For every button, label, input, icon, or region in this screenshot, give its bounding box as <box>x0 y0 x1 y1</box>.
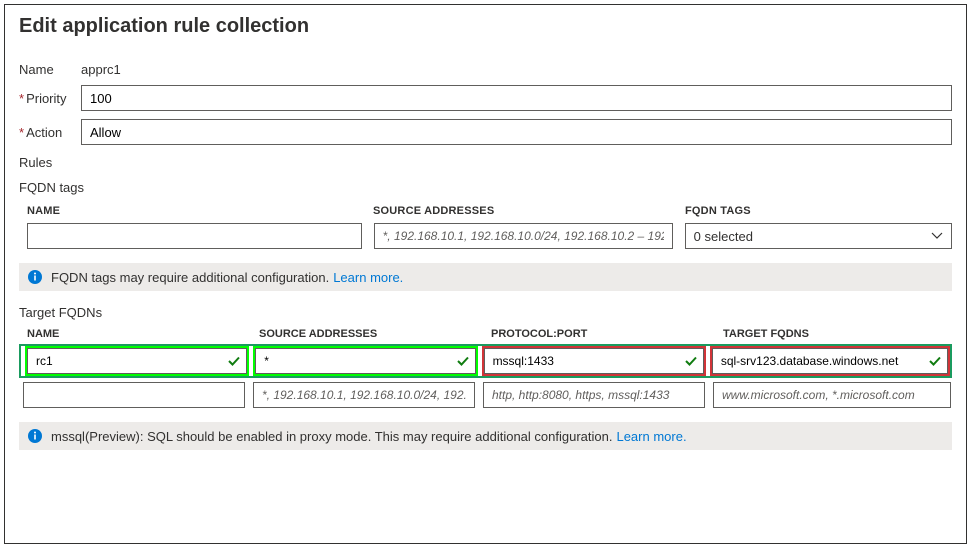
fqdn-tags-select[interactable]: 0 selected <box>685 223 952 249</box>
fqdn-tags-headers: NAME SOURCE ADDRESSES FQDN TAGS <box>19 197 952 223</box>
fqdn-tags-label: FQDN tags <box>19 180 952 195</box>
name-label: Name <box>19 62 81 77</box>
mssql-learn-more-link[interactable]: Learn more. <box>616 429 686 444</box>
fqdn-info-text: FQDN tags may require additional configu… <box>51 270 329 285</box>
edit-rule-panel: Edit application rule collection Name ap… <box>4 4 967 544</box>
rule-name-input[interactable] <box>27 348 247 374</box>
rule-source-input[interactable] <box>255 348 475 374</box>
th-name: NAME <box>27 328 259 340</box>
rule-protocol-input-new[interactable] <box>483 382 705 408</box>
check-icon <box>227 354 241 368</box>
info-icon <box>27 428 43 444</box>
highlighted-row <box>21 346 950 376</box>
fqdn-tags-row: 0 selected <box>19 223 952 249</box>
rules-label: Rules <box>19 155 952 170</box>
th-source: SOURCE ADDRESSES <box>259 328 491 340</box>
col-source: SOURCE ADDRESSES <box>373 205 685 217</box>
check-icon <box>928 354 942 368</box>
th-target: TARGET FQDNS <box>723 328 809 340</box>
priority-row: *Priority <box>19 85 952 111</box>
action-row: *Action <box>19 119 952 145</box>
col-tags: FQDN TAGS <box>685 205 751 217</box>
fqdn-tags-selected: 0 selected <box>694 229 753 244</box>
target-fqdns-section: Target FQDNs NAME SOURCE ADDRESSES PROTO… <box>19 305 952 450</box>
th-protocol: PROTOCOL:PORT <box>491 328 723 340</box>
mssql-info-text: mssql(Preview): SQL should be enabled in… <box>51 429 612 444</box>
check-icon <box>456 354 470 368</box>
rule-target-input[interactable] <box>712 348 948 374</box>
mssql-info-bar: mssql(Preview): SQL should be enabled in… <box>19 422 952 450</box>
priority-label: *Priority <box>19 91 81 106</box>
rule-target-input-new[interactable] <box>713 382 951 408</box>
fqdn-name-input[interactable] <box>27 223 362 249</box>
rule-protocol-input[interactable] <box>484 348 704 374</box>
target-row-filled <box>23 348 948 374</box>
action-input[interactable] <box>81 119 952 145</box>
rule-source-input-new[interactable] <box>253 382 475 408</box>
page-title: Edit application rule collection <box>19 15 952 38</box>
action-label: *Action <box>19 125 81 140</box>
target-row-empty <box>19 382 952 408</box>
target-fqdns-label: Target FQDNs <box>19 305 952 320</box>
name-row: Name apprc1 <box>19 62 952 77</box>
target-headers: NAME SOURCE ADDRESSES PROTOCOL:PORT TARG… <box>19 322 952 346</box>
col-name: NAME <box>27 205 373 217</box>
name-value: apprc1 <box>81 62 121 77</box>
fqdn-learn-more-link[interactable]: Learn more. <box>333 270 403 285</box>
rule-name-input-new[interactable] <box>23 382 245 408</box>
check-icon <box>684 354 698 368</box>
fqdn-info-bar: FQDN tags may require additional configu… <box>19 263 952 291</box>
fqdn-source-input[interactable] <box>374 223 673 249</box>
priority-input[interactable] <box>81 85 952 111</box>
info-icon <box>27 269 43 285</box>
chevron-down-icon <box>931 230 943 242</box>
